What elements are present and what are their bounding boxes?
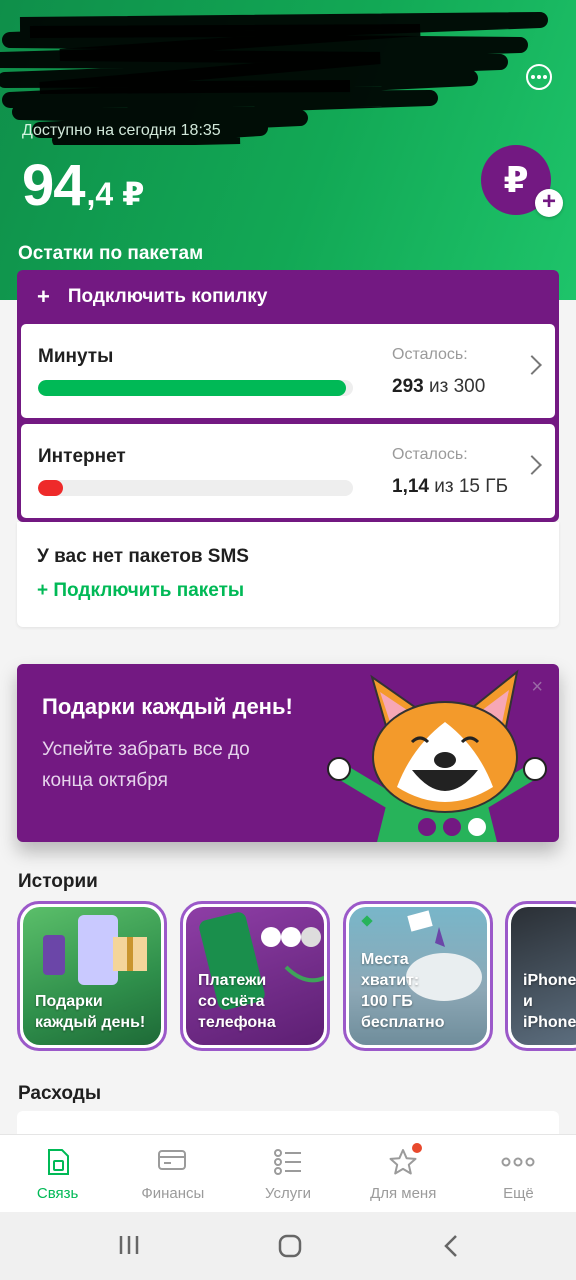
remaining-total: из 300 — [423, 376, 486, 397]
promo-subtitle: Успейте забрать все до конца октября — [42, 739, 250, 791]
story-caption: iPhone и iPhone — [523, 972, 576, 1031]
chevron-right-icon — [522, 455, 542, 475]
story-image: Платежи со счёта телефона — [186, 907, 324, 1045]
tab-label: Финансы — [141, 1185, 205, 1202]
package-name: Интернет — [38, 446, 126, 467]
balance-amount: 94 ,4 ₽ — [22, 152, 144, 219]
tab-label: Для меня — [370, 1185, 437, 1202]
remaining-amount: 1,14 из 15 ГБ — [392, 476, 508, 498]
story-image: Места хватит: 100 ГБ бесплатно — [349, 907, 487, 1045]
remaining-total: из 15 ГБ — [428, 476, 509, 497]
list-icon — [274, 1149, 301, 1175]
package-name: Минуты — [38, 346, 114, 367]
account-header: Доступно на сегодня 18:35 94 ,4 ₽ ₽ + Ос… — [0, 0, 576, 300]
story-image: iPhone и iPhone — [511, 907, 576, 1045]
balance-whole: 94 — [22, 153, 86, 218]
packages-block: + Подключить копилку Минуты Осталось: 29… — [17, 270, 559, 522]
tab-label: Услуги — [264, 1185, 312, 1202]
balance-fraction: ,4 ₽ — [86, 176, 145, 212]
packages-title: Остатки по пакетам — [18, 243, 204, 264]
remaining-label: Осталось: — [392, 446, 468, 463]
promo-title: Подарки каждый день! — [42, 694, 293, 719]
sim-icon — [47, 1149, 69, 1175]
home-icon[interactable] — [278, 1234, 302, 1258]
available-label: Доступно на сегодня 18:35 — [22, 122, 221, 139]
package-card-internet[interactable]: Интернет Осталось: 1,14 из 15 ГБ — [21, 424, 555, 518]
more-icon — [501, 1157, 535, 1167]
progress-fill — [38, 380, 346, 396]
progress-fill — [38, 480, 64, 496]
sms-empty-text: У вас нет пакетов SMS — [37, 546, 249, 567]
corgi-mascot-illustration — [327, 669, 547, 842]
story-caption: Места хватит: 100 ГБ бесплатно — [361, 951, 445, 1031]
story-card[interactable]: iPhone и iPhone — [505, 901, 576, 1051]
chevron-right-icon — [522, 355, 542, 375]
remaining-label: Осталось: — [392, 346, 468, 363]
tab-connection[interactable]: Связь — [0, 1135, 115, 1212]
sms-card: У вас нет пакетов SMS + Подключить пакет… — [17, 522, 559, 627]
story-image: Подарки каждый день! — [23, 907, 161, 1045]
plus-icon: + — [37, 284, 50, 309]
story-card[interactable]: Подарки каждый день! — [17, 901, 167, 1051]
connect-piggy-label: Подключить копилку — [67, 286, 268, 307]
stories-title: Истории — [18, 871, 98, 892]
progress-bar — [38, 380, 353, 396]
chat-icon[interactable] — [526, 64, 552, 90]
promo-banner[interactable]: Подарки каждый день! Успейте забрать все… — [17, 664, 559, 842]
package-card-minutes[interactable]: Минуты Осталось: 293 из 300 — [21, 324, 555, 418]
remaining-value: 1,14 — [392, 476, 429, 497]
system-nav-bar — [0, 1212, 576, 1280]
tab-finance[interactable]: Финансы — [115, 1135, 230, 1212]
story-card[interactable]: Платежи со счёта телефона — [180, 901, 330, 1051]
card-icon — [157, 1150, 186, 1170]
connect-packages-link[interactable]: + Подключить пакеты — [37, 580, 244, 602]
story-caption: Платежи со счёта телефона — [198, 972, 276, 1031]
tab-for-me[interactable]: Для меня — [346, 1135, 461, 1212]
tab-services[interactable]: Услуги — [230, 1135, 345, 1212]
topup-button[interactable]: ₽ + — [481, 145, 563, 217]
progress-bar — [38, 480, 353, 496]
remaining-amount: 293 из 300 — [392, 376, 485, 398]
notification-dot — [411, 1143, 422, 1153]
expenses-title: Расходы — [18, 1083, 102, 1104]
ruble-icon: ₽ — [503, 159, 529, 200]
tab-more[interactable]: Ещё — [461, 1135, 576, 1212]
connect-piggy-button[interactable]: + Подключить копилку — [37, 284, 267, 310]
recent-apps-icon[interactable] — [118, 1234, 140, 1256]
plus-icon: + — [535, 189, 563, 217]
back-icon[interactable] — [442, 1234, 460, 1258]
bottom-tab-bar: Связь Финансы Услуги Для меня Ещё — [0, 1134, 576, 1212]
story-card[interactable]: Места хватит: 100 ГБ бесплатно — [343, 901, 493, 1051]
story-caption: Подарки каждый день! — [35, 993, 146, 1031]
tab-label: Связь — [36, 1185, 79, 1202]
remaining-value: 293 — [392, 376, 424, 397]
tab-label: Ещё — [503, 1185, 534, 1202]
